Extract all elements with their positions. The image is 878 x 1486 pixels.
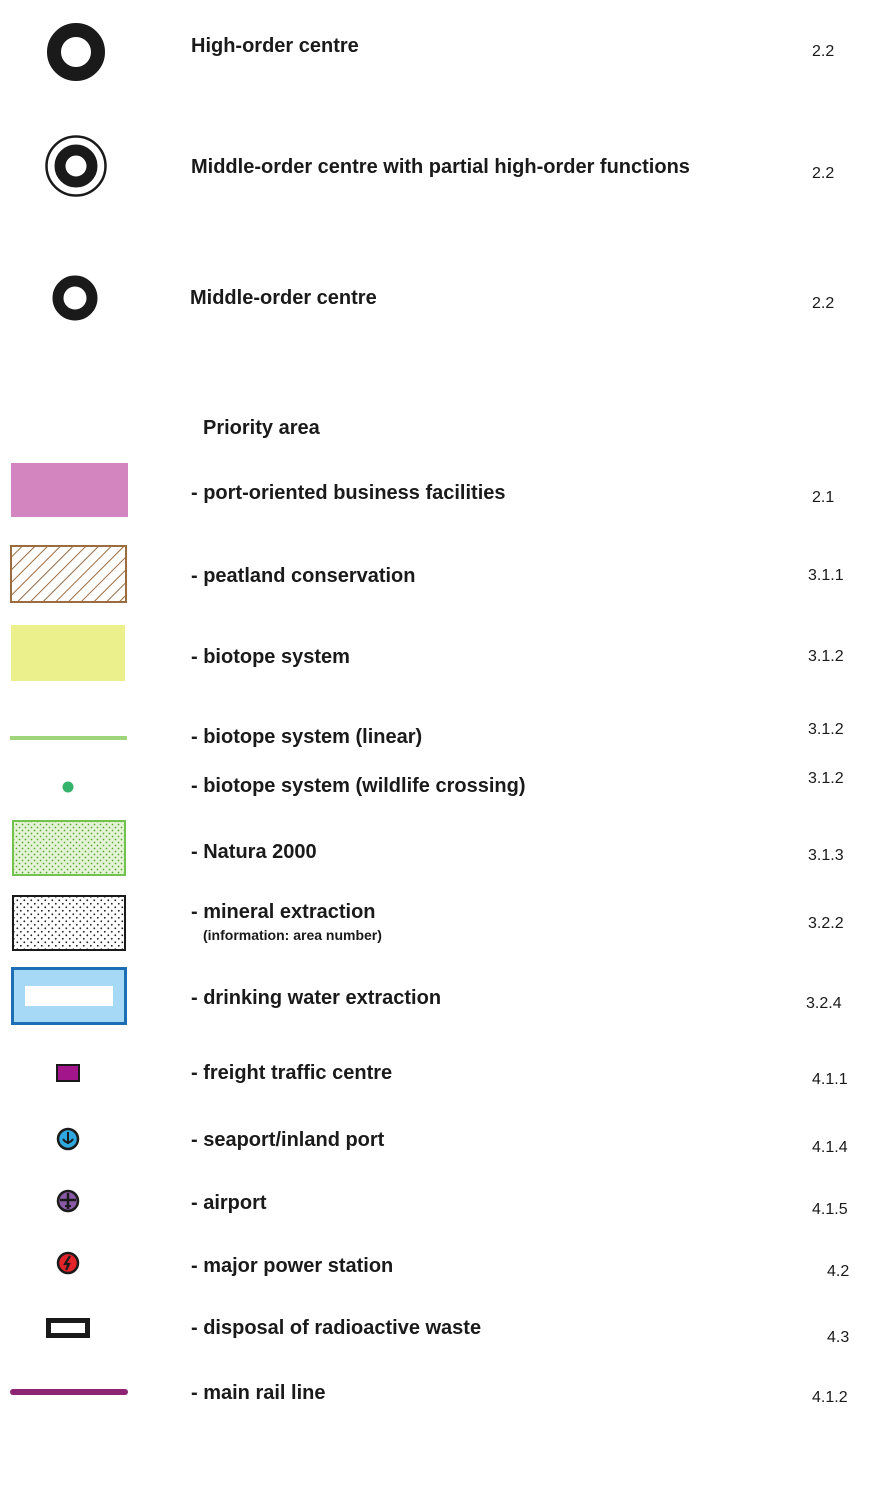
power-icon: [56, 1251, 80, 1280]
legend-label: - freight traffic centre: [191, 1062, 393, 1084]
legend-ref: 2.2: [812, 295, 835, 312]
yellow-area-swatch: [11, 625, 125, 686]
legend-label: - peatland conservation: [191, 565, 416, 587]
legend-label: - main rail line: [191, 1382, 326, 1404]
legend-label: - biotope system: [191, 646, 350, 668]
legend-label: High-order centre: [191, 35, 359, 57]
legend-label: - drinking water extraction: [191, 987, 442, 1009]
legend-ref: 4.3: [827, 1329, 850, 1346]
legend-ref: 3.2.2: [808, 915, 844, 932]
legend-ref: 3.1.1: [808, 567, 844, 584]
legend-label: - mineral extraction: [191, 901, 376, 923]
brown-hatch-swatch: [10, 545, 127, 608]
legend-sublabel: (information: area number): [203, 927, 382, 943]
green-line-symbol: [10, 728, 127, 746]
double-ring-icon: [45, 135, 107, 202]
legend-label: - disposal of radioactive waste: [191, 1317, 482, 1339]
thick-ring-icon: [46, 22, 106, 87]
legend-label: Middle-order centre: [190, 287, 377, 309]
legend-ref: 4.1.1: [812, 1071, 848, 1088]
legend-label: - biotope system (linear): [191, 726, 423, 748]
priority-area-heading: Priority area: [203, 417, 320, 439]
purple-line-symbol: [10, 1383, 128, 1401]
legend-ref: 4.1.2: [812, 1389, 848, 1406]
legend-ref: 2.2: [812, 165, 835, 182]
legend-ref: 4.1.5: [812, 1201, 848, 1218]
legend-ref: 4.1.4: [812, 1139, 848, 1156]
legend-ref: 3.1.3: [808, 847, 844, 864]
green-dotted-swatch: [12, 820, 126, 881]
legend-label: - seaport/inland port: [191, 1129, 385, 1151]
legend-label: - airport: [191, 1192, 267, 1214]
legend-ref: 3.1.2: [808, 721, 844, 738]
ring-icon: [52, 275, 98, 326]
legend-label: - port-oriented business facilities: [191, 482, 506, 504]
legend-ref: 4.2: [827, 1263, 850, 1280]
green-dot-symbol: [62, 780, 74, 798]
legend-label: - biotope system (wildlife crossing): [191, 775, 526, 797]
legend-ref: 3.1.2: [808, 648, 844, 665]
blue-frame-swatch: [11, 967, 127, 1030]
black-dotted-swatch: [12, 895, 126, 956]
black-frame-icon: [46, 1318, 90, 1343]
legend-ref: 2.2: [812, 43, 835, 60]
legend-ref: 3.2.4: [806, 995, 842, 1012]
purple-rect-icon: [56, 1064, 80, 1087]
legend-label: Middle-order centre with partial high-or…: [191, 156, 690, 178]
pink-area-swatch: [11, 463, 128, 522]
legend-ref: 2.1: [812, 489, 835, 506]
legend-ref: 3.1.2: [808, 770, 844, 787]
legend-label: - major power station: [191, 1255, 394, 1277]
anchor-icon: [56, 1127, 80, 1156]
legend-label: - Natura 2000: [191, 841, 317, 863]
airplane-icon: [56, 1189, 80, 1218]
